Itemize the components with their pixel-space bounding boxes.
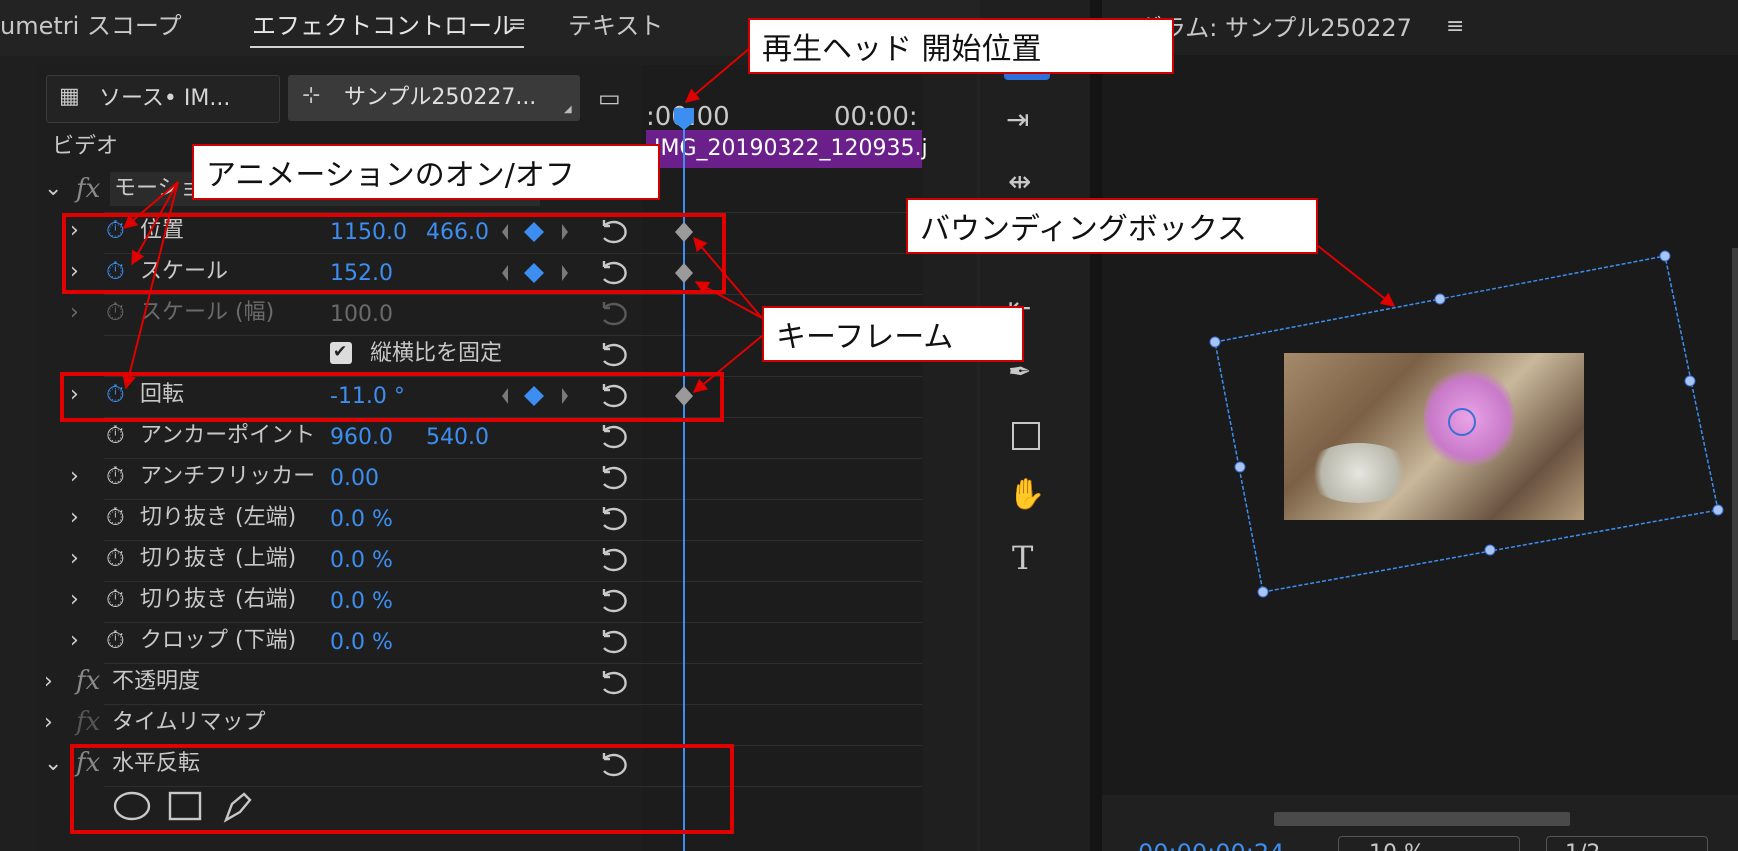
reset-parameter-icon[interactable] [602,425,627,449]
highlight-box-horizontal-flip [70,744,734,834]
callout-playhead-text: 再生ヘッド 開始位置 [762,32,1042,67]
bounding-box-handle[interactable] [1712,504,1724,516]
annotation-arrow [684,47,751,103]
callout-animation-toggle: アニメーションのオン/オフ [192,144,660,200]
callout-bounding-box: バウンディングボックス [906,198,1318,254]
bounding-box-handle[interactable] [1434,293,1446,305]
bounding-box-handle[interactable] [1257,586,1269,598]
reset-parameter-icon[interactable] [602,671,627,695]
playhead-head[interactable] [674,108,694,130]
reset-parameter-icon[interactable] [602,630,627,654]
callout-bounding-box-text: バウンディングボックス [920,212,1247,247]
callout-keyframe-text: キーフレーム [776,320,954,355]
annotation-arrow [1317,245,1396,307]
callout-animation-toggle-text: アニメーションのオン/オフ [206,158,575,193]
bounding-box[interactable] [1214,255,1719,593]
highlight-box-rotation [60,372,724,422]
reset-parameter-icon[interactable] [602,548,627,572]
callout-keyframe: キーフレーム [762,306,1024,362]
overlay-graphics [113,47,1724,851]
bounding-box-handle[interactable] [1659,250,1671,262]
bounding-box-handle[interactable] [1209,336,1221,348]
reset-parameter-icon[interactable] [602,507,627,531]
reset-parameter-icon[interactable] [602,343,627,367]
bounding-box-handle[interactable] [1484,544,1496,556]
bounding-box-handle[interactable] [1684,375,1696,387]
bounding-box-handle[interactable] [1234,461,1246,473]
reset-parameter-icon[interactable] [602,466,627,490]
reset-parameter-icon[interactable] [602,589,627,613]
callout-playhead-start: 再生ヘッド 開始位置 [748,18,1174,74]
reset-parameter-icon [602,302,627,326]
highlight-box-position-scale [62,213,726,294]
